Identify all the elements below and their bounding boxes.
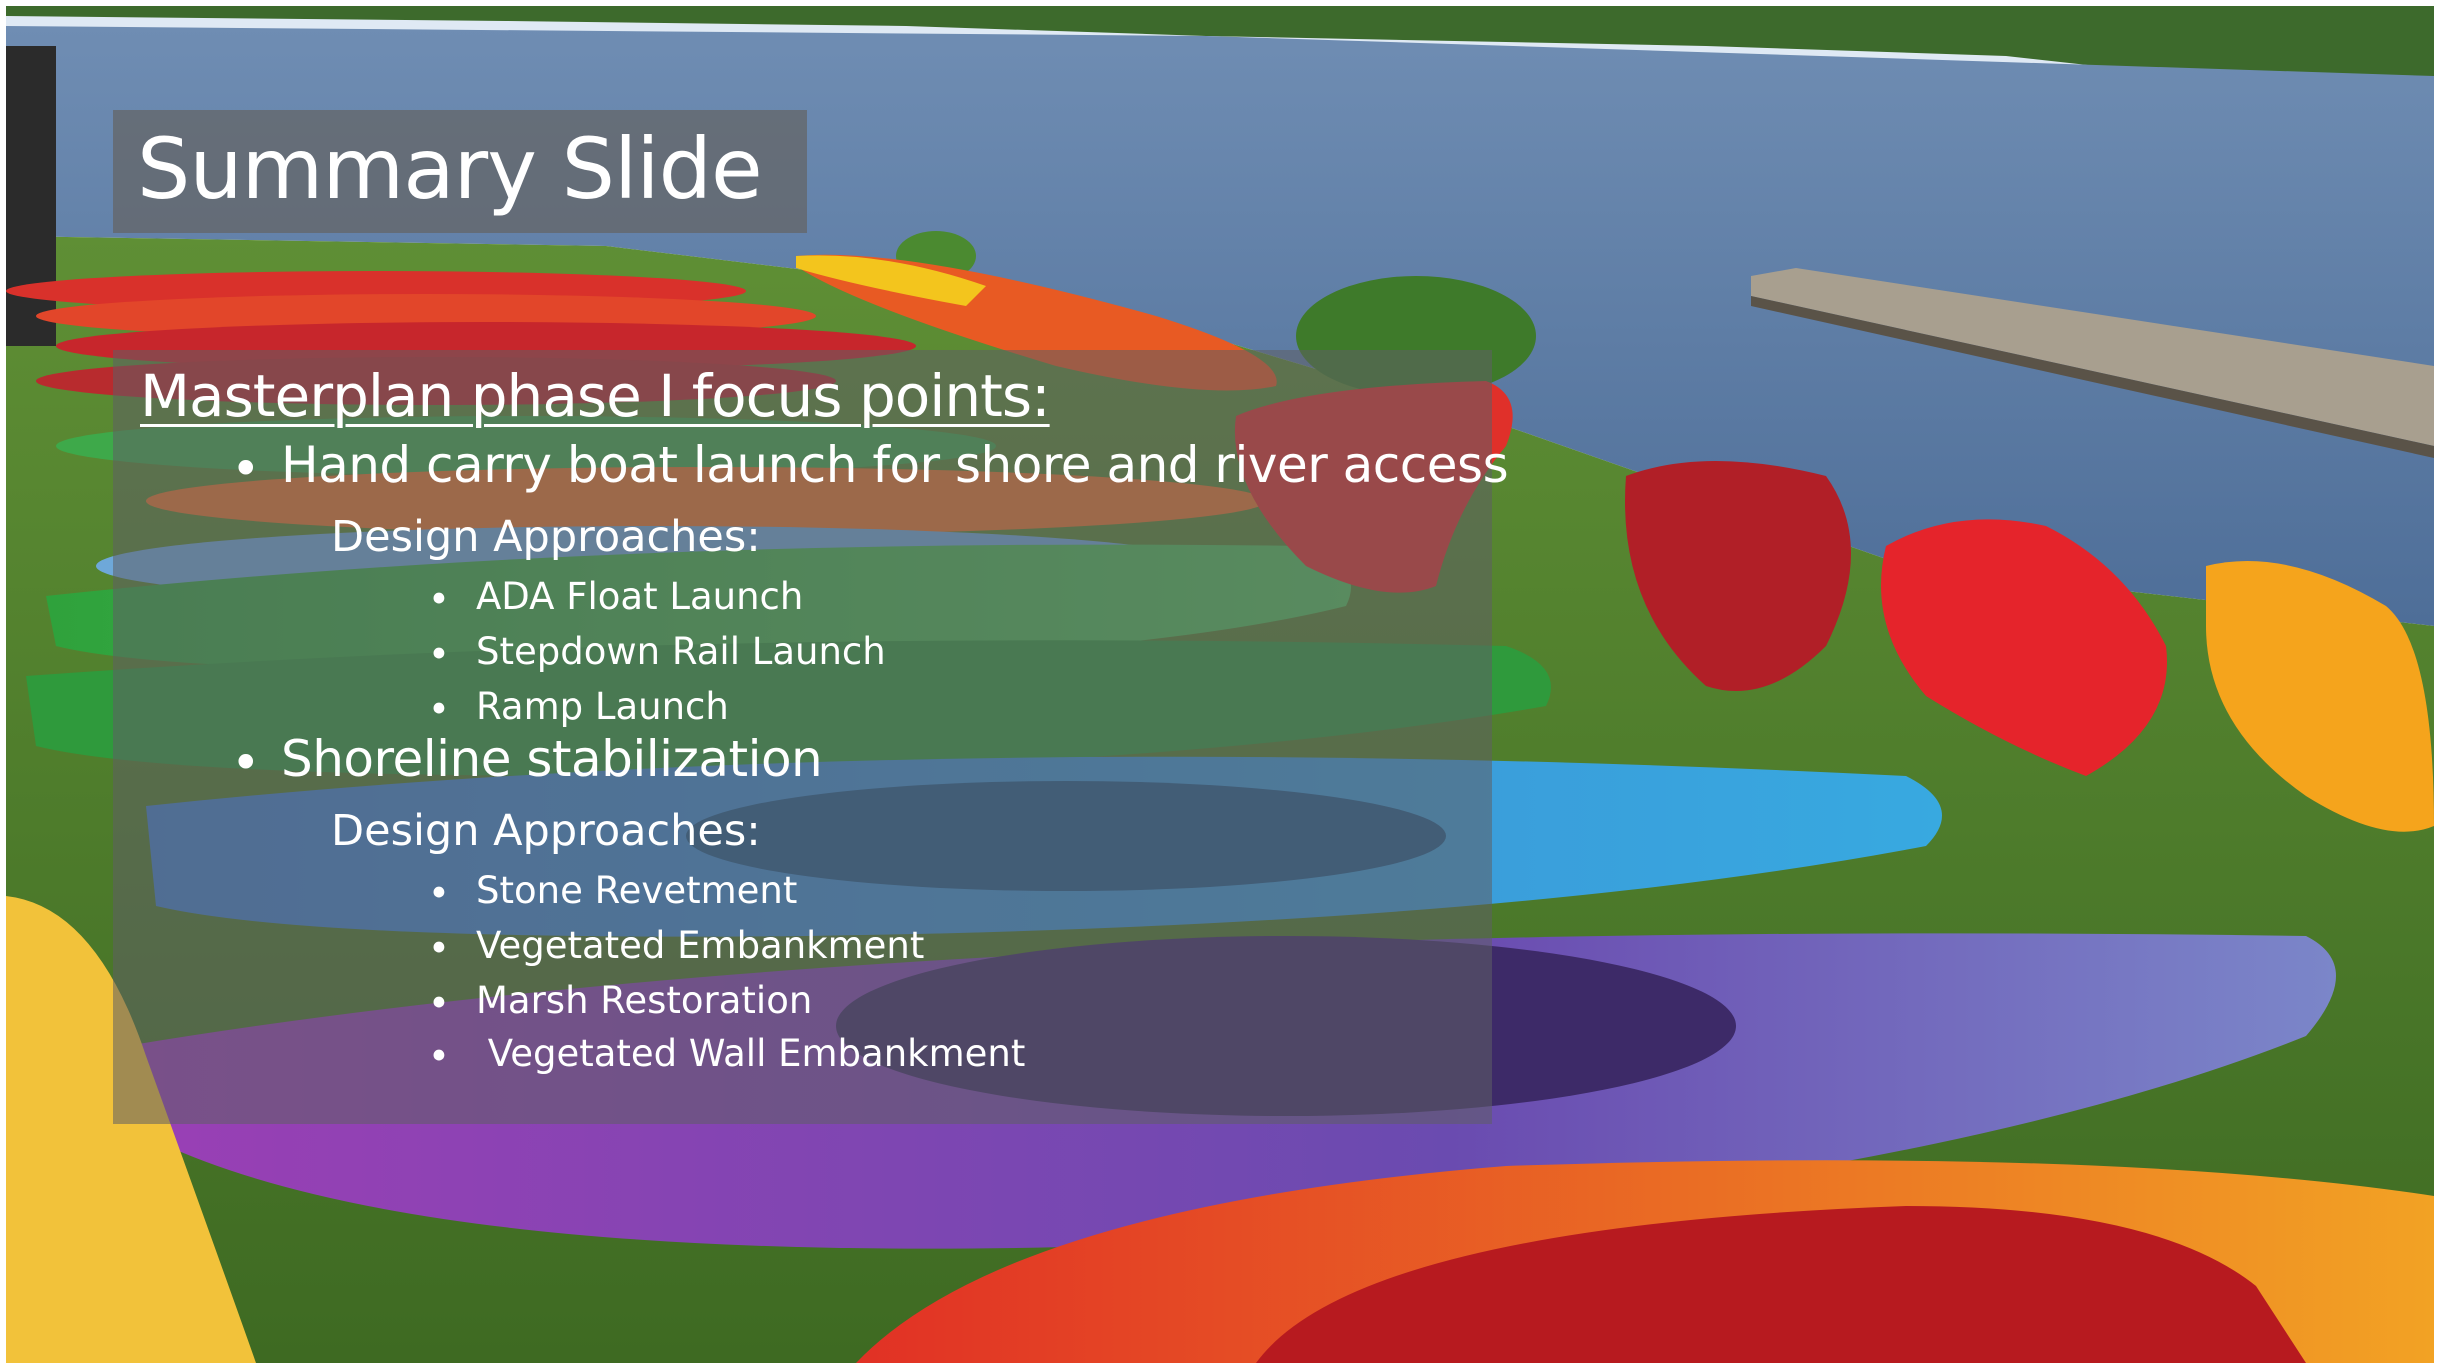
approach-1-3: Ramp Launch bbox=[476, 685, 729, 728]
approach-1-2: Stepdown Rail Launch bbox=[476, 630, 886, 673]
focus-item-1: Hand carry boat launch for shore and riv… bbox=[281, 436, 1509, 494]
focus-heading: Masterplan phase I focus points: bbox=[140, 362, 1051, 430]
bullet-1: • bbox=[231, 440, 261, 498]
slide: Summary Slide Masterplan phase I focus p… bbox=[6, 6, 2434, 1363]
design-approaches-2: Design Approaches: bbox=[331, 806, 761, 856]
approach-2-4: Vegetated Wall Embankment bbox=[476, 1032, 1026, 1075]
bullet-2-4: • bbox=[428, 1035, 450, 1078]
bullet-2-2: • bbox=[428, 927, 450, 970]
bullet-2-3: • bbox=[428, 982, 450, 1025]
bullet-1-1: • bbox=[428, 578, 450, 621]
bullet-2: • bbox=[231, 734, 261, 792]
content-box: Masterplan phase I focus points: • Hand … bbox=[113, 350, 1509, 1124]
slide-title: Summary Slide bbox=[137, 120, 763, 218]
focus-item-2: Shoreline stabilization bbox=[281, 730, 823, 788]
approach-1-1: ADA Float Launch bbox=[476, 575, 804, 618]
bullet-1-3: • bbox=[428, 688, 450, 731]
approach-2-1: Stone Revetment bbox=[476, 869, 798, 912]
title-box: Summary Slide bbox=[113, 110, 807, 233]
design-approaches-1: Design Approaches: bbox=[331, 512, 761, 562]
bullet-1-2: • bbox=[428, 633, 450, 676]
bullet-2-1: • bbox=[428, 872, 450, 915]
approach-2-2: Vegetated Embankment bbox=[476, 924, 925, 967]
approach-2-3: Marsh Restoration bbox=[476, 979, 813, 1022]
